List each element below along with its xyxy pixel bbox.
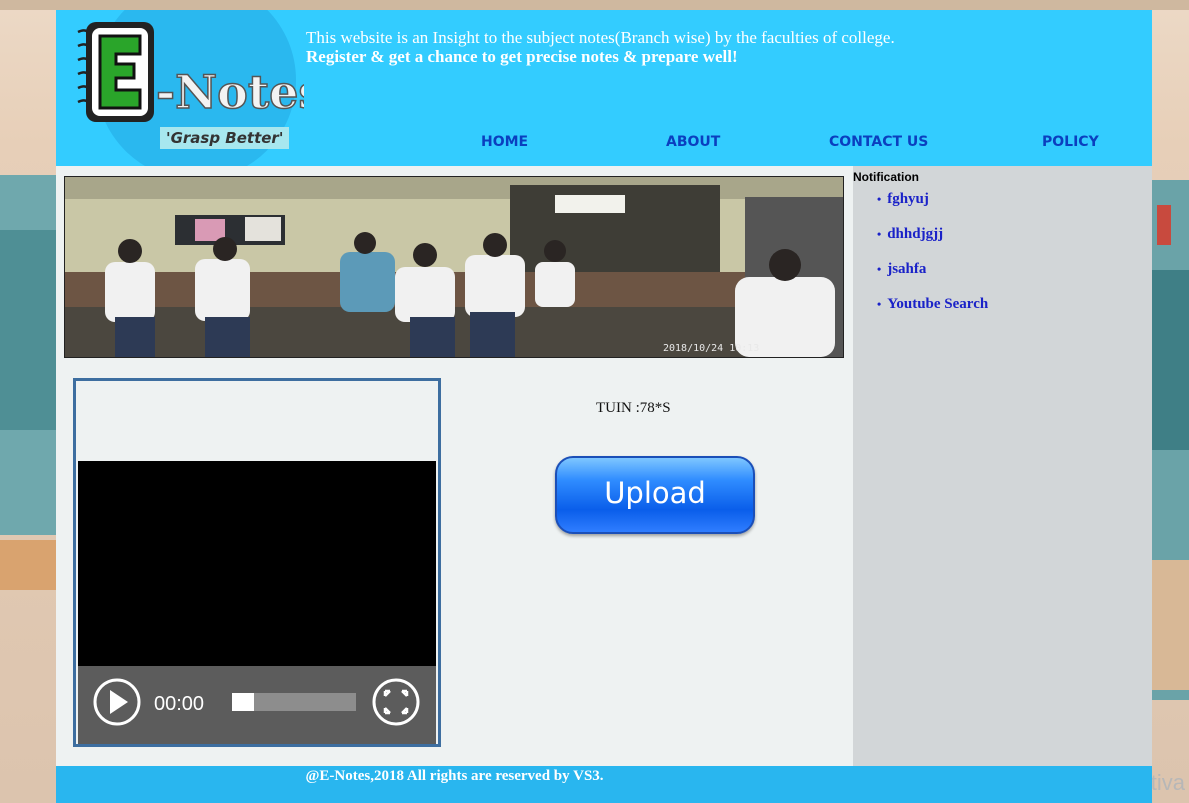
main-content: 2018/10/24 10:13 00:00 TUIN:78*S Upload: [56, 166, 853, 766]
upload-button[interactable]: Upload: [555, 456, 755, 534]
video-seek-bar[interactable]: [232, 693, 356, 711]
play-button[interactable]: [93, 678, 141, 726]
nav-about[interactable]: ABOUT: [666, 134, 720, 150]
video-player[interactable]: 00:00: [73, 378, 441, 747]
fullscreen-icon: [383, 689, 409, 715]
site-footer: @E-Notes,2018 All rights are reserved by…: [56, 766, 1152, 803]
play-icon: [110, 690, 128, 714]
classroom-photo: 2018/10/24 10:13: [64, 176, 844, 358]
notification-title: Notification: [853, 170, 919, 184]
video-controls: 00:00: [78, 666, 436, 744]
notification-link-1[interactable]: fghyuj: [877, 191, 988, 213]
intro-line-2: Register & get a chance to get precise n…: [306, 47, 738, 66]
video-time: 00:00: [154, 693, 204, 715]
footer-text: @E-Notes,2018 All rights are reserved by…: [305, 768, 604, 784]
intro-text: This website is an Insight to the subjec…: [306, 28, 895, 66]
notification-sidebar: Notification fghyuj dhhdjgjj jsahfa Yout…: [853, 166, 1152, 766]
notification-link-youtube-search[interactable]: Youtube Search: [877, 296, 988, 318]
page-container: -Notes 'Grasp Better' This website is an…: [56, 10, 1152, 803]
photo-timestamp: 2018/10/24 10:13: [663, 343, 759, 354]
fullscreen-button[interactable]: [372, 678, 420, 726]
svg-text:-Notes: -Notes: [156, 65, 304, 119]
tuin-text: TUIN :78*S: [596, 400, 671, 416]
nav-home[interactable]: HOME: [481, 134, 528, 150]
notification-link-2[interactable]: dhhdjgjj: [877, 226, 988, 248]
tagline: 'Grasp Better': [160, 127, 290, 149]
notification-list: fghyuj dhhdjgjj jsahfa Youtube Search: [863, 191, 988, 331]
intro-line-1: This website is an Insight to the subjec…: [306, 28, 895, 47]
nav-contact-us[interactable]: CONTACT US: [829, 134, 928, 150]
video-screen[interactable]: [78, 461, 436, 666]
notification-link-3[interactable]: jsahfa: [877, 261, 988, 283]
nav-policy[interactable]: POLICY: [1042, 134, 1099, 150]
site-header: -Notes 'Grasp Better' This website is an…: [56, 10, 1152, 166]
